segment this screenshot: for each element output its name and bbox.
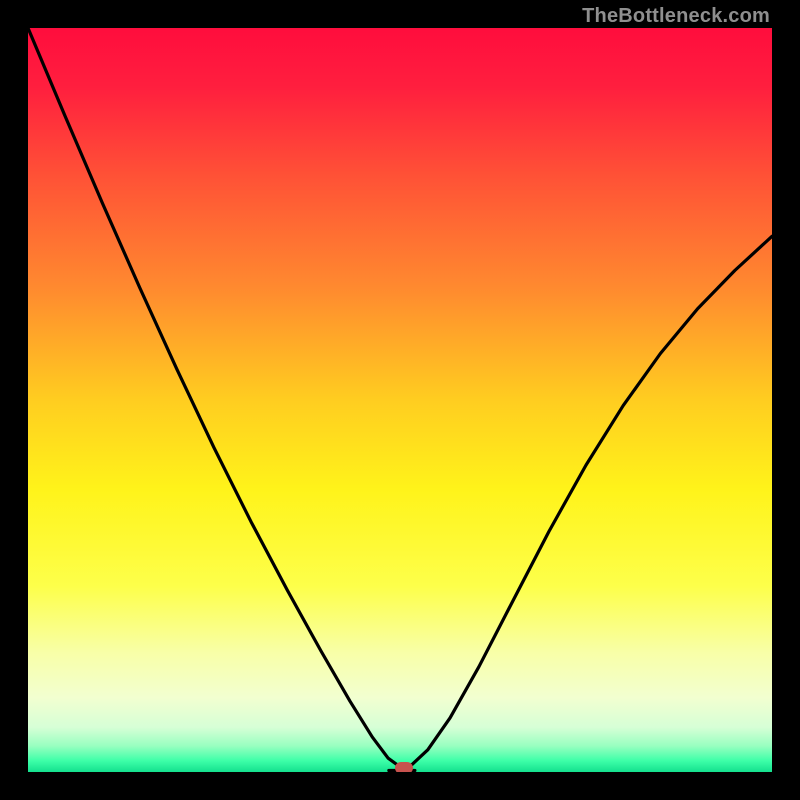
plot-area bbox=[28, 28, 772, 772]
watermark-text: TheBottleneck.com bbox=[582, 5, 770, 28]
optimal-marker bbox=[395, 762, 413, 772]
chart-frame: TheBottleneck.com bbox=[0, 0, 800, 800]
curve-layer bbox=[28, 28, 772, 772]
bottleneck-curve bbox=[28, 28, 772, 771]
